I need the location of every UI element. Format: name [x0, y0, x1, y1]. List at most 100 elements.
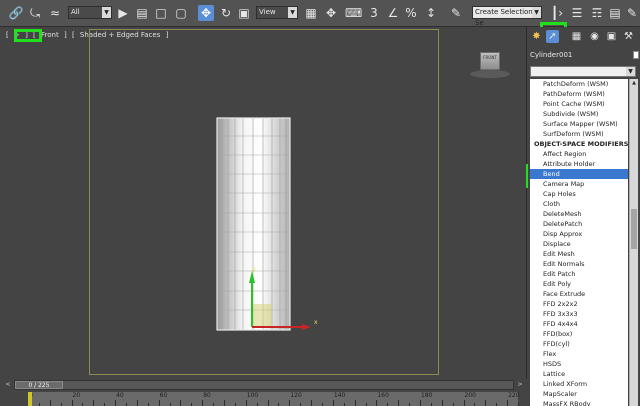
timeline-tick — [398, 400, 400, 406]
modifier-list[interactable]: PatchDeform (WSM) PathDeform (WSM) Point C… — [530, 79, 628, 406]
modifier-list-item[interactable]: Surface Mapper (WSM) — [530, 119, 628, 129]
percent-snap-icon[interactable]: % — [403, 5, 419, 21]
timeline-tick-label: 220 — [508, 392, 520, 399]
pivot-icon[interactable]: ▦ — [303, 5, 319, 21]
modifier-list-item[interactable]: MassFX RBody — [530, 399, 628, 406]
hierarchy-tab-icon[interactable]: ▦ — [570, 30, 583, 43]
viewport-scene: y x — [216, 117, 318, 331]
align-icon[interactable]: ☰ — [569, 5, 585, 21]
modifier-list-item[interactable]: MapScaler — [530, 389, 628, 399]
modifier-list-item[interactable]: Cloth — [530, 199, 628, 209]
select-by-name-icon[interactable]: ▤ — [134, 5, 150, 21]
modifier-list-item[interactable]: Face Extrude — [530, 289, 628, 299]
motion-tab-icon[interactable]: ◉ — [588, 30, 601, 43]
modifier-list-item[interactable]: Attribute Holder — [530, 159, 628, 169]
layer-manager-icon[interactable]: ☶ — [589, 5, 605, 21]
timeline-tick — [224, 400, 225, 406]
modifier-list-item[interactable]: PathDeform (WSM) — [530, 89, 628, 99]
modifier-list-dropdown[interactable]: ▼ — [530, 66, 636, 77]
chevron-down-icon: ▼ — [626, 67, 635, 76]
selection-set-value: Create Selection Se — [475, 8, 533, 27]
modifier-list-item[interactable]: HSDS — [530, 359, 628, 369]
modifier-list-item[interactable]: Camera Map — [530, 179, 628, 189]
modifier-list-item[interactable]: FFD 3x3x3 — [530, 309, 628, 319]
timeline-ruler[interactable]: 020406080100120140160180200220 — [28, 392, 520, 406]
scroll-up-icon[interactable]: ▲ — [630, 79, 638, 87]
modifier-list-item[interactable]: Edit Mesh — [530, 249, 628, 259]
modify-tab-icon[interactable]: ➚ — [546, 30, 559, 43]
display-tab-icon[interactable]: ▣ — [605, 30, 618, 43]
timeline-tick-label: 80 — [203, 392, 211, 399]
selection-filter-dropdown[interactable]: All ▼ — [68, 6, 112, 19]
modifier-list-item[interactable]: Edit Poly — [530, 279, 628, 289]
prev-frame-button[interactable]: < — [2, 380, 14, 390]
timeline-tick — [93, 400, 95, 406]
mirror-icon[interactable]: ┃› — [549, 5, 565, 21]
create-tab-icon[interactable]: ✸ — [530, 30, 543, 43]
command-panel-tabs: ✸ ➚ ▦ ◉ ▣ ⚒ — [528, 27, 640, 46]
select-manipulate-icon[interactable]: ✥ — [323, 5, 339, 21]
time-slider[interactable]: 0 / 225 — [14, 380, 514, 390]
timeline-tick — [507, 400, 509, 406]
reference-coord-dropdown[interactable]: View ▼ — [256, 6, 298, 19]
rect-selection-icon[interactable]: □ — [153, 5, 169, 21]
snap-toggle-icon[interactable]: 3 — [366, 5, 382, 21]
modifier-list-item[interactable]: Bend — [530, 169, 628, 179]
modifier-list-item[interactable]: PatchDeform (WSM) — [530, 79, 628, 89]
time-slider-thumb[interactable]: 0 / 225 — [15, 381, 63, 389]
modifier-list-item[interactable]: Edit Patch — [530, 269, 628, 279]
timeline-tick — [463, 400, 465, 406]
keyboard-shortcut-icon[interactable]: ⌨ — [345, 5, 362, 21]
scroll-thumb[interactable] — [631, 209, 637, 249]
utilities-tab-icon[interactable]: ⚒ — [622, 30, 635, 43]
select-icon[interactable]: ▶ — [115, 5, 131, 21]
move-icon[interactable]: ✥ — [198, 5, 214, 21]
timeline-tick — [289, 400, 291, 406]
modifier-list-item[interactable]: FFD 4x4x4 — [530, 319, 628, 329]
curve-editor-icon[interactable]: ✎ — [624, 5, 640, 21]
edit-named-selection-icon[interactable]: ✎ — [448, 5, 464, 21]
modifier-list-item[interactable]: Disp Approx — [530, 229, 628, 239]
modifier-list-item[interactable]: FFD(box) — [530, 329, 628, 339]
timeline-tick-label: 60 — [159, 392, 168, 399]
modifier-list-item[interactable]: Flex — [530, 349, 628, 359]
modifier-list-scrollbar[interactable]: ▲ — [629, 79, 638, 406]
timeline-tick — [202, 400, 204, 406]
modifier-list-item[interactable]: FFD(cyl) — [530, 339, 628, 349]
modifier-list-item[interactable]: Subdivide (WSM) — [530, 109, 628, 119]
command-panel: ✸ ➚ ▦ ◉ ▣ ⚒ Cylinder001 ▼ PatchDeform (W… — [528, 27, 640, 406]
link-icon[interactable]: 🔗 — [8, 5, 24, 21]
object-name-field[interactable]: Cylinder001 — [530, 51, 636, 61]
scale-icon[interactable]: ▣ — [236, 5, 252, 21]
selection-set-dropdown[interactable]: Create Selection Se ▼ — [472, 6, 542, 27]
timeline-tick-label: 120 — [290, 392, 302, 399]
bind-spacewarp-icon[interactable]: ≈ — [47, 5, 63, 21]
object-color-swatch[interactable] — [633, 51, 639, 59]
modifier-list-item[interactable]: Cap Holes — [530, 189, 628, 199]
unlink-icon[interactable]: ⤿ — [27, 5, 43, 21]
timeline-tick — [180, 400, 182, 406]
modifier-list-item[interactable]: FFD 2x2x2 — [530, 299, 628, 309]
current-frame-marker[interactable] — [28, 392, 32, 406]
modifier-list-item[interactable]: Point Cache (WSM) — [530, 99, 628, 109]
modifier-list-item[interactable]: Lattice — [530, 369, 628, 379]
rotate-icon[interactable]: ↻ — [218, 5, 234, 21]
ribbon-icon[interactable]: ▤ — [607, 5, 623, 21]
angle-snap-icon[interactable]: ∠ — [385, 5, 401, 21]
front-view-highlight — [14, 29, 42, 42]
front-viewport[interactable]: [ + ] [ Front ] [ Shaded + Edged Faces ]… — [0, 27, 527, 379]
modifier-list-item[interactable]: Affect Region — [530, 149, 628, 159]
modifier-list-item[interactable]: Displace — [530, 239, 628, 249]
gizmo-y-label: y — [252, 266, 256, 273]
modifier-list-item[interactable]: SurfDeform (WSM) — [530, 129, 628, 139]
next-frame-button[interactable]: > — [514, 380, 526, 390]
window-crossing-icon[interactable]: ▢ — [173, 5, 189, 21]
timeline-tick — [245, 400, 247, 406]
modifier-list-item[interactable]: DeleteMesh — [530, 209, 628, 219]
timeline-tick-label: 40 — [116, 392, 124, 399]
modifier-list-item[interactable]: Edit Normals — [530, 259, 628, 269]
cylinder-object[interactable] — [216, 117, 291, 331]
modifier-list-item[interactable]: DeletePatch — [530, 219, 628, 229]
spinner-snap-icon[interactable]: ↕ — [423, 5, 439, 21]
modifier-list-item[interactable]: Linked XForm — [530, 379, 628, 389]
